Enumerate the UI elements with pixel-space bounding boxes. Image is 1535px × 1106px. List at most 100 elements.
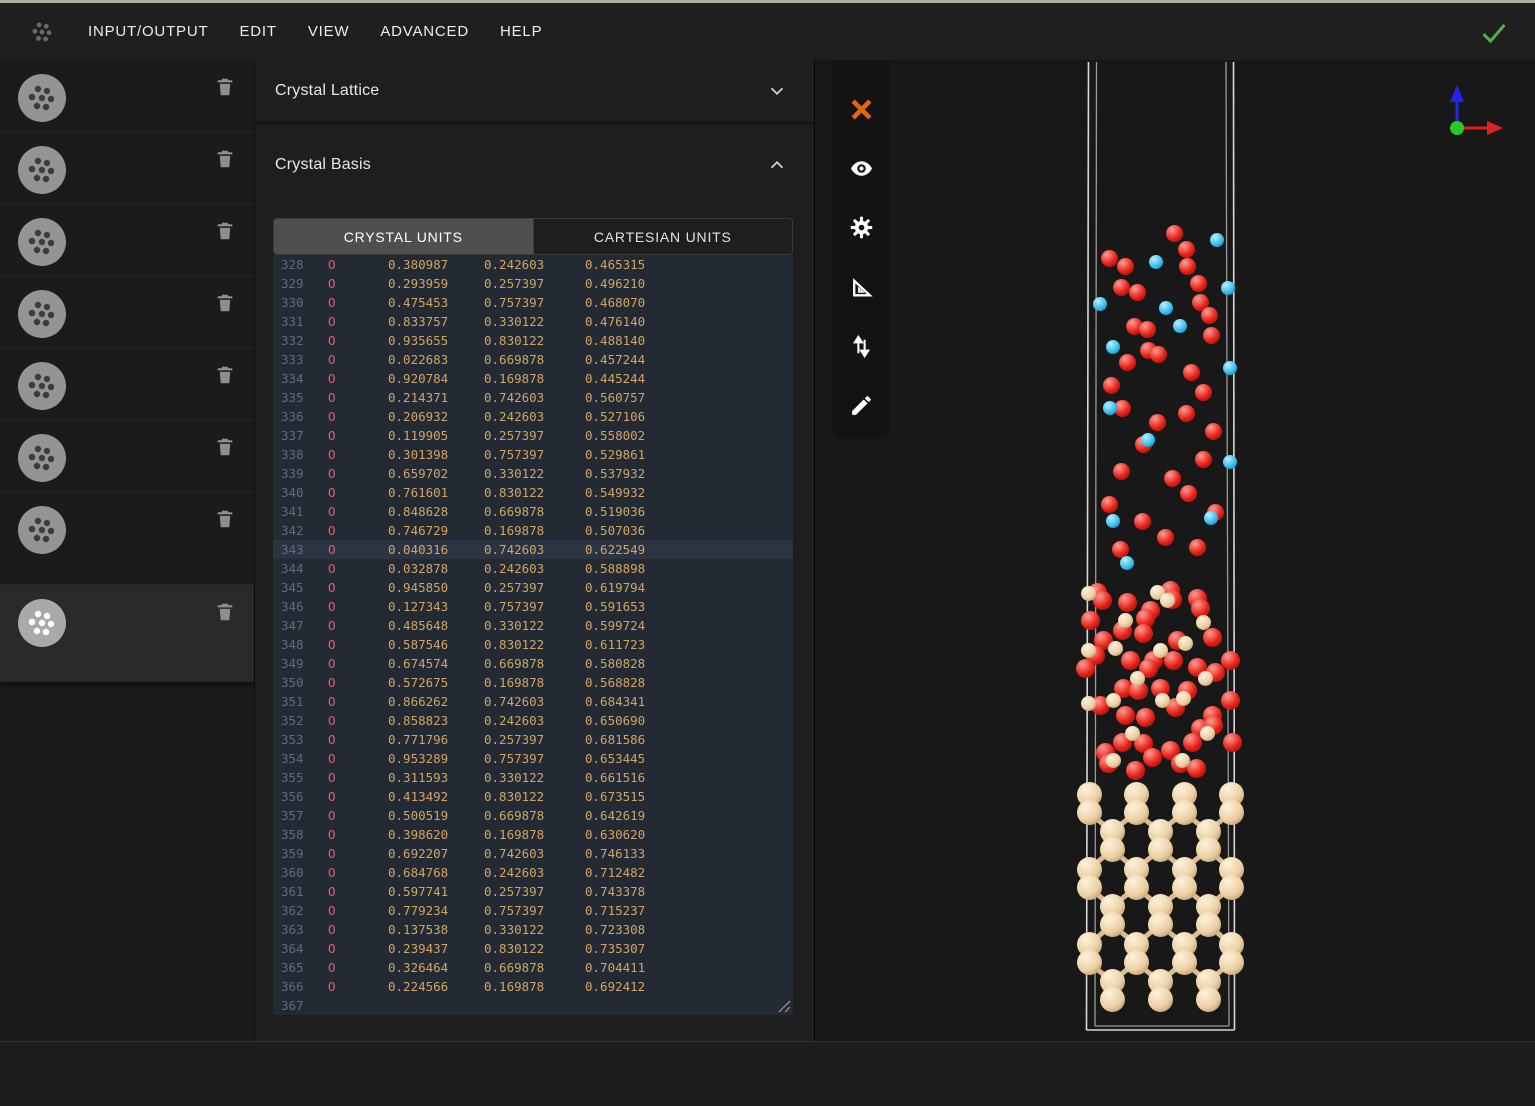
mid-silicon-atom [1125, 726, 1140, 741]
y-axis-origin [1450, 121, 1464, 135]
delete-material-button[interactable] [214, 76, 236, 100]
mid-oxygen-atom [1081, 611, 1100, 630]
upper-oxygen-atom [1189, 539, 1206, 556]
sidebar-item-sio2-quartz-h[interactable] [0, 420, 254, 492]
material-avatar-icon [18, 146, 66, 194]
basis-row-348: 348O 0.5875460.8301220.611723 [273, 635, 793, 654]
basis-row-339: 339O 0.6597020.3301220.537932 [273, 464, 793, 483]
basis-row-332: 332O 0.9356550.8301220.488140 [273, 331, 793, 350]
delete-material-button[interactable] [214, 292, 236, 316]
sidebar-item-hf4o8-001-ter[interactable] [0, 276, 254, 348]
basis-row-342: 342O 0.7467290.1698780.507036 [273, 521, 793, 540]
viewer-toolbar [832, 60, 890, 438]
avatar [18, 218, 66, 266]
sidebar-item-n4ti4-001-teri[interactable] [0, 348, 254, 420]
toolbar-close-button[interactable] [841, 82, 881, 141]
toolbar-swap-vertical-button[interactable] [841, 319, 881, 378]
upper-oxygen-atom [1201, 307, 1218, 324]
material-info [86, 74, 204, 81]
swap-vertical-icon [849, 334, 874, 364]
menu-item-view[interactable]: VIEW [306, 17, 352, 46]
delete-material-button[interactable] [214, 601, 236, 625]
sidebar-item-n4ti4-111-hf2[interactable] [0, 585, 254, 682]
crystal-lattice-section-header[interactable]: Crystal Lattice [255, 60, 814, 124]
basis-row-349: 349O 0.6745740.6698780.580828 [273, 654, 793, 673]
basis-row-341: 341O 0.8486280.6698780.519036 [273, 502, 793, 521]
material-info [86, 290, 204, 297]
tab-crystal-units[interactable]: CRYSTAL UNITS [274, 219, 534, 254]
upper-hafnium-atom [1173, 319, 1187, 333]
bottom-silicon-atom [1196, 837, 1221, 862]
upper-oxygen-atom [1139, 321, 1156, 338]
upper-oxygen-atom [1195, 451, 1212, 468]
basis-row-344: 344O 0.0328780.2426030.588898 [273, 559, 793, 578]
toolbar-visibility-button[interactable] [841, 141, 881, 200]
mid-silicon-atom [1153, 643, 1168, 658]
basis-row-357: 357O 0.5005190.6698780.642619 [273, 806, 793, 825]
upper-hafnium-atom [1159, 301, 1173, 315]
sidebar-item-o6si3-100-si8[interactable] [0, 492, 254, 585]
mid-oxygen-atom [1203, 628, 1222, 647]
upper-oxygen-atom [1205, 423, 1222, 440]
crystal-lattice-title: Crystal Lattice [275, 82, 379, 100]
upper-oxygen-atom [1101, 496, 1118, 513]
upper-oxygen-atom [1203, 327, 1220, 344]
upper-oxygen-atom [1149, 414, 1166, 431]
toolbar-measure-button[interactable] [841, 260, 881, 319]
upper-hafnium-atom [1141, 433, 1155, 447]
avatar [18, 362, 66, 410]
menu-item-help[interactable]: HELP [498, 17, 544, 46]
bottom-silicon-atom [1172, 800, 1197, 825]
toolbar-edit-button[interactable] [841, 379, 881, 438]
settings-icon [849, 215, 874, 245]
mid-silicon-atom [1118, 613, 1133, 628]
status-check-button[interactable] [1479, 18, 1509, 48]
axes-gizmo[interactable] [1433, 78, 1513, 144]
bottom-silicon-atom [1148, 987, 1173, 1012]
delete-material-button[interactable] [214, 220, 236, 244]
upper-oxygen-atom [1113, 463, 1130, 480]
crystal-basis-editor[interactable]: 328O 0.3809870.2426030.465315329O 0.2939… [273, 255, 793, 1015]
sidebar-item-hfo2-hafnium[interactable] [0, 132, 254, 204]
upper-hafnium-atom [1149, 255, 1163, 269]
trash-icon [214, 76, 236, 98]
menu-item-edit[interactable]: EDIT [237, 17, 278, 46]
delete-material-button[interactable] [214, 436, 236, 460]
material-avatar-icon [18, 434, 66, 482]
mid-oxygen-atom [1143, 748, 1162, 767]
bottom-silicon-atom [1124, 950, 1149, 975]
mid-silicon-atom [1178, 636, 1193, 651]
tab-cartesian-units[interactable]: CARTESIAN UNITS [534, 219, 793, 254]
3d-structure-viewer[interactable] [815, 60, 1535, 1041]
delete-material-button[interactable] [214, 148, 236, 172]
mid-silicon-atom [1081, 586, 1096, 601]
basis-row-331: 331O 0.8337570.3301220.476140 [273, 312, 793, 331]
mid-oxygen-atom [1126, 761, 1145, 780]
upper-hafnium-atom [1093, 297, 1107, 311]
upper-hafnium-atom [1210, 233, 1224, 247]
measure-icon [849, 275, 874, 305]
menu-item-input-output[interactable]: INPUT/OUTPUT [86, 17, 210, 46]
chevron-down-icon[interactable] [766, 80, 788, 102]
bottom-silicon-atom [1100, 837, 1125, 862]
sidebar-item-silicon-fcc[interactable] [0, 60, 254, 132]
basis-row-360: 360O 0.6847680.2426030.712482 [273, 863, 793, 882]
upper-oxygen-atom [1117, 258, 1134, 275]
avatar [18, 506, 66, 554]
mid-silicon-atom [1196, 615, 1211, 630]
resize-handle[interactable] [778, 1000, 791, 1013]
crystal-basis-section-header[interactable]: Crystal Basis [255, 124, 814, 206]
chevron-up-icon[interactable] [766, 154, 788, 176]
upper-hafnium-atom [1221, 281, 1235, 295]
mid-silicon-atom [1160, 593, 1175, 608]
upper-hafnium-atom [1204, 511, 1218, 525]
delete-material-button[interactable] [214, 364, 236, 388]
sidebar-item-tin-titanium-n[interactable] [0, 204, 254, 276]
toolbar-settings-button[interactable] [841, 201, 881, 260]
delete-material-button[interactable] [214, 508, 236, 532]
material-info [86, 434, 204, 441]
trash-icon [214, 601, 236, 623]
basis-row-367: 367 [273, 996, 793, 1015]
menu-item-advanced[interactable]: ADVANCED [378, 17, 471, 46]
basis-row-358: 358O 0.3986200.1698780.630620 [273, 825, 793, 844]
